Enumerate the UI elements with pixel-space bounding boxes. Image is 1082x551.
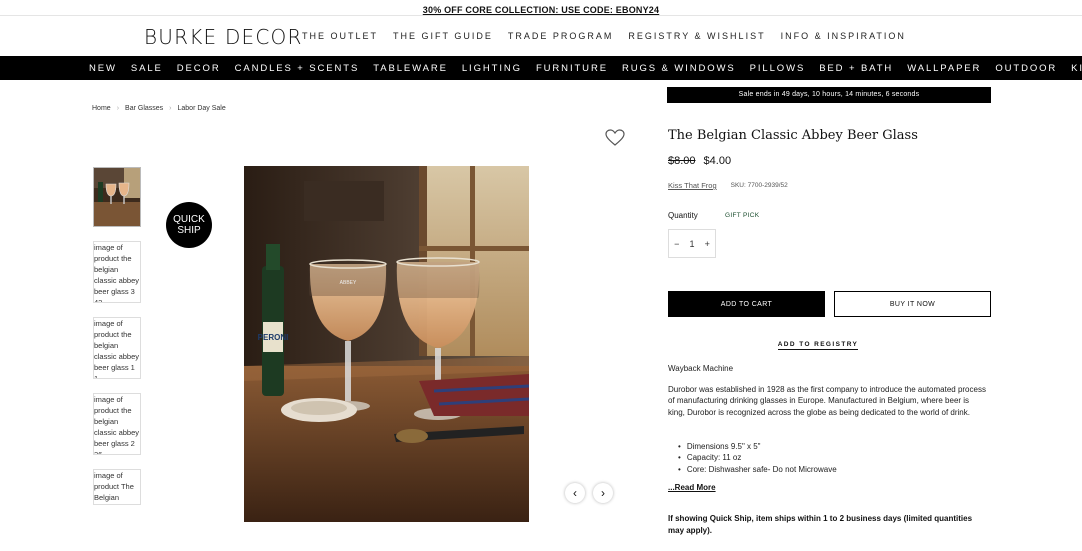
thumbnail-4[interactable]: image of product the belgian classic abb… bbox=[93, 393, 141, 455]
category-nav: NEW SALE DECOR CANDLES + SCENTS TABLEWAR… bbox=[0, 56, 1082, 80]
chevron-right-icon: › bbox=[601, 486, 605, 500]
cat-pillows[interactable]: PILLOWS bbox=[750, 63, 806, 74]
feature-item: Dimensions 9.5" x 5" bbox=[678, 441, 837, 452]
top-nav-trade-program[interactable]: TRADE PROGRAM bbox=[508, 31, 614, 41]
vendor-row: Kiss That Frog SKU: 7700-2939/52 bbox=[668, 181, 788, 190]
quantity-input[interactable]: 1 bbox=[689, 239, 694, 249]
add-to-cart-button[interactable]: ADD TO CART bbox=[668, 291, 825, 317]
add-to-registry-link[interactable]: ADD TO REGISTRY bbox=[777, 341, 859, 350]
bottle-label: PERONI bbox=[258, 333, 289, 342]
cat-bed-bath[interactable]: BED + BATH bbox=[819, 63, 893, 74]
thumbnail-2[interactable]: image of product the belgian classic abb… bbox=[93, 241, 141, 303]
breadcrumb-home[interactable]: Home bbox=[92, 105, 111, 112]
quick-ship-badge: QUICK SHIP bbox=[166, 202, 212, 248]
gallery-prev-button[interactable]: ‹ bbox=[565, 483, 585, 503]
top-nav-outlet[interactable]: THE OUTLET bbox=[302, 31, 378, 41]
cat-tableware[interactable]: TABLEWARE bbox=[373, 63, 448, 74]
thumbnail-3[interactable]: image of product the belgian classic abb… bbox=[93, 317, 141, 379]
quantity-increase-button[interactable]: + bbox=[705, 239, 710, 249]
cat-kids[interactable]: KIDS bbox=[1071, 63, 1082, 74]
site-header: BURKE DECOR THE OUTLET THE GIFT GUIDE TR… bbox=[0, 17, 1082, 55]
thumbnail-5[interactable]: image of product The Belgian bbox=[93, 469, 141, 505]
cat-lighting[interactable]: LIGHTING bbox=[462, 63, 522, 74]
breadcrumb-separator: › bbox=[116, 105, 120, 112]
top-nav-gift-guide[interactable]: THE GIFT GUIDE bbox=[393, 31, 493, 41]
vendor-link[interactable]: Kiss That Frog bbox=[668, 181, 717, 190]
sale-countdown-banner: Sale ends in 49 days, 10 hours, 14 minut… bbox=[667, 87, 991, 103]
quantity-decrease-button[interactable]: − bbox=[674, 239, 679, 249]
cat-outdoor[interactable]: OUTDOOR bbox=[995, 63, 1057, 74]
cat-furniture[interactable]: FURNITURE bbox=[536, 63, 608, 74]
thumbnail-list: image of product the belgian classic abb… bbox=[93, 167, 141, 519]
add-to-registry: ADD TO REGISTRY bbox=[668, 341, 968, 350]
site-logo[interactable]: BURKE DECOR bbox=[144, 25, 303, 49]
cat-rugs[interactable]: RUGS & WINDOWS bbox=[622, 63, 736, 74]
top-nav-info[interactable]: INFO & INSPIRATION bbox=[781, 31, 906, 41]
feature-item: Capacity: 11 oz bbox=[678, 452, 837, 463]
thumbnail-alt-text: image of product The Belgian bbox=[94, 471, 134, 502]
breadcrumb-bar-glasses[interactable]: Bar Glasses bbox=[125, 105, 163, 112]
promo-link[interactable]: 30% OFF CORE COLLECTION: USE CODE: EBONY… bbox=[423, 5, 659, 15]
thumbnail-alt-text: image of product the belgian classic abb… bbox=[94, 395, 140, 455]
quantity-label: Quantity bbox=[668, 211, 698, 220]
glass-label: ABBEY bbox=[340, 280, 357, 286]
top-nav-registry[interactable]: REGISTRY & WISHLIST bbox=[628, 31, 765, 41]
feature-list: Dimensions 9.5" x 5" Capacity: 11 oz Cor… bbox=[678, 441, 837, 475]
quick-ship-line-2: SHIP bbox=[177, 225, 201, 236]
price-row: $8.00 $4.00 bbox=[668, 155, 731, 167]
cat-wallpaper[interactable]: WALLPAPER bbox=[907, 63, 981, 74]
sale-price: $4.00 bbox=[703, 155, 732, 167]
thumbnail-alt-text: image of product the belgian classic abb… bbox=[94, 319, 140, 379]
top-nav: THE OUTLET THE GIFT GUIDE TRADE PROGRAM … bbox=[302, 31, 921, 41]
cat-decor[interactable]: DECOR bbox=[177, 63, 221, 74]
quick-ship-line-1: QUICK bbox=[173, 214, 205, 225]
read-more-link[interactable]: ...Read More bbox=[668, 483, 716, 492]
chevron-left-icon: ‹ bbox=[573, 486, 577, 500]
buy-it-now-button[interactable]: BUY IT NOW bbox=[834, 291, 991, 317]
quantity-stepper: − 1 + bbox=[668, 229, 716, 258]
cat-new[interactable]: NEW bbox=[89, 63, 117, 74]
thumbnail-alt-text: image of product the belgian classic abb… bbox=[94, 243, 140, 303]
breadcrumb: Home › Bar Glasses › Labor Day Sale bbox=[92, 105, 226, 112]
thumbnail-photo bbox=[94, 168, 140, 226]
breadcrumb-separator: › bbox=[169, 105, 172, 112]
product-title: The Belgian Classic Abbey Beer Glass bbox=[668, 128, 918, 143]
promo-bar: 30% OFF CORE COLLECTION: USE CODE: EBONY… bbox=[0, 0, 1082, 16]
main-product-image[interactable]: PERONI ABBEY bbox=[244, 166, 529, 522]
gift-pick-badge: GIFT PICK bbox=[725, 212, 760, 219]
quick-ship-note: If showing Quick Ship, item ships within… bbox=[668, 514, 973, 535]
feature-item: Core: Dishwasher safe- Do not Microwave bbox=[678, 464, 837, 475]
gallery-next-button[interactable]: › bbox=[593, 483, 613, 503]
breadcrumb-labor-day-sale[interactable]: Labor Day Sale bbox=[178, 105, 226, 112]
heart-icon[interactable] bbox=[605, 129, 625, 147]
original-price: $8.00 bbox=[668, 155, 696, 167]
thumbnail-1[interactable] bbox=[93, 167, 141, 227]
description-heading: Wayback Machine bbox=[668, 364, 734, 373]
sku-text: SKU: 7700-2939/52 bbox=[730, 182, 788, 189]
cat-sale[interactable]: SALE bbox=[131, 63, 163, 74]
description-text: Durobor was established in 1928 as the f… bbox=[668, 385, 986, 417]
cat-candles[interactable]: CANDLES + SCENTS bbox=[235, 63, 360, 74]
